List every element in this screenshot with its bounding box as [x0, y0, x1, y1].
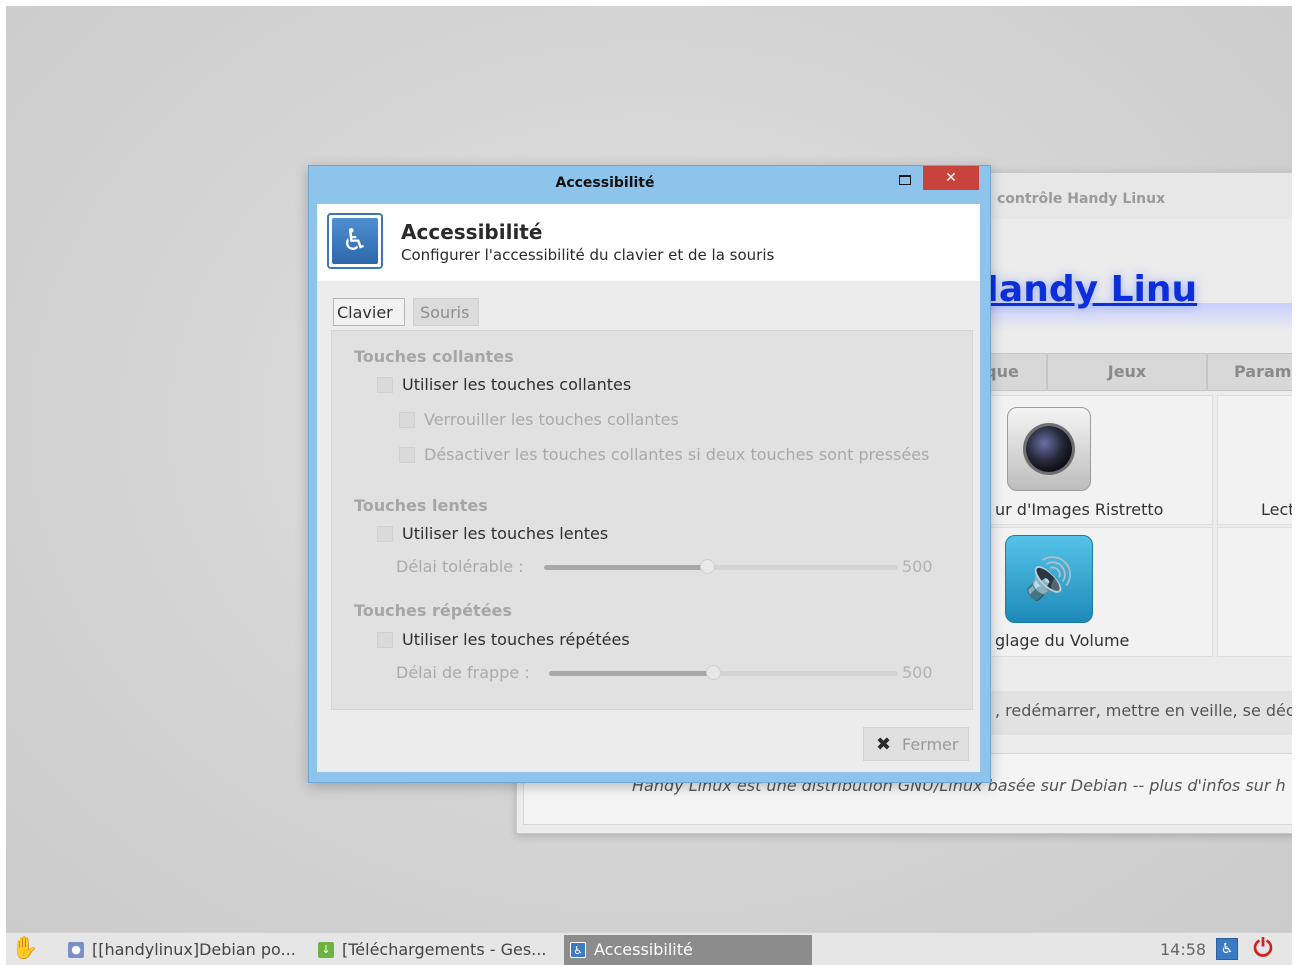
tab-parametres[interactable]: Param — [1207, 353, 1292, 391]
sticky-keys-checkbox-row[interactable]: Utiliser les touches collantes — [377, 375, 657, 397]
app-label-reader: Lecte — [1261, 500, 1292, 519]
slow-keys-label: Utiliser les touches lentes — [402, 524, 609, 543]
taskbar-item-accessibility[interactable]: ♿ Accessibilité — [564, 935, 812, 965]
taskbar-item-downloads[interactable]: ↓ [Téléchargements - Ges... — [312, 935, 560, 965]
tab-jeux[interactable]: Jeux — [1047, 353, 1207, 391]
taskbar-item-label: [[handylinux]Debian po... — [92, 940, 296, 959]
dialog-header: ♿ Accessibilité Configurer l'accessibili… — [317, 204, 980, 281]
dialog-body: ♿ Accessibilité Configurer l'accessibili… — [317, 204, 980, 772]
slow-delay-slider-fill — [544, 565, 707, 570]
keyboard-panel: Touches collantes Utiliser les touches c… — [331, 330, 973, 710]
dialog-title: Accessibilité — [555, 175, 655, 191]
control-panel-tabs: que Jeux Param — [957, 353, 1292, 391]
browser-icon: ● — [68, 942, 84, 958]
maximize-icon — [899, 175, 911, 185]
taskbar: ✋ ● [[handylinux]Debian po... ↓ [Télécha… — [6, 932, 1292, 965]
clock: 14:58 — [1160, 940, 1207, 959]
accessibility-tray-icon[interactable]: ♿ — [1216, 938, 1238, 960]
slow-keys-checkbox[interactable] — [377, 526, 393, 542]
app-label-volume: glage du Volume — [995, 631, 1130, 650]
slow-delay-label: Délai tolérable : — [396, 557, 524, 576]
slow-delay-slider-handle[interactable] — [699, 559, 715, 574]
sticky-keys-label: Utiliser les touches collantes — [402, 375, 632, 394]
repeat-delay-slider-handle[interactable] — [706, 665, 722, 680]
download-icon: ↓ — [318, 942, 334, 958]
repeat-keys-label: Utiliser les touches répétées — [402, 630, 630, 649]
taskbar-item-label: [Téléchargements - Ges... — [342, 940, 547, 959]
close-icon: ✖ — [876, 734, 892, 755]
volume-icon: 🔊 — [1005, 535, 1093, 623]
power-icon[interactable]: ⏻ — [1250, 935, 1276, 961]
close-window-button[interactable]: ✕ — [923, 166, 979, 190]
app-label-ristretto: ur d'Images Ristretto — [995, 500, 1164, 519]
tab-souris[interactable]: Souris — [413, 298, 479, 326]
taskbar-item-browser[interactable]: ● [[handylinux]Debian po... — [62, 935, 306, 965]
header-title: Accessibilité — [401, 220, 543, 244]
section-title-slow: Touches lentes — [354, 496, 488, 515]
section-title-sticky: Touches collantes — [354, 347, 514, 366]
lock-sticky-checkbox[interactable] — [399, 412, 415, 428]
disable-sticky-checkbox[interactable] — [399, 447, 415, 463]
repeat-delay-slider[interactable] — [549, 665, 898, 680]
sticky-keys-checkbox[interactable] — [377, 377, 393, 393]
repeat-delay-slider-fill — [549, 671, 714, 676]
repeat-keys-checkbox[interactable] — [377, 632, 393, 648]
shutdown-text: , redémarrer, mettre en veille, se déc — [995, 701, 1292, 720]
fermer-label: Fermer — [902, 735, 959, 754]
repeat-delay-value: 500 — [902, 663, 933, 682]
slow-delay-slider[interactable] — [544, 559, 898, 574]
repeat-delay-label: Délai de frappe : — [396, 663, 530, 682]
section-title-repeat: Touches répétées — [354, 601, 512, 620]
tab-clavier[interactable]: Clavier — [333, 298, 405, 326]
repeat-keys-checkbox-row[interactable]: Utiliser les touches répétées — [377, 630, 657, 652]
slow-delay-value: 500 — [902, 557, 933, 576]
disable-sticky-label: Désactiver les touches collantes si deux… — [424, 445, 930, 464]
slow-keys-checkbox-row[interactable]: Utiliser les touches lentes — [377, 524, 657, 546]
accessibility-icon: ♿ — [327, 213, 383, 269]
shutdown-bar[interactable]: , redémarrer, mettre en veille, se déc — [957, 691, 1292, 735]
accessibility-dialog[interactable]: Accessibilité ✕ ♿ Accessibilité Configur… — [308, 165, 991, 783]
taskbar-item-label: Accessibilité — [594, 940, 693, 959]
camera-icon — [1007, 407, 1091, 491]
maximize-button[interactable] — [887, 167, 921, 191]
start-menu-icon[interactable]: ✋ — [8, 935, 42, 963]
header-subtitle: Configurer l'accessibilité du clavier et… — [401, 246, 775, 264]
app-cell-empty — [1217, 527, 1292, 657]
lock-sticky-label: Verrouiller les touches collantes — [424, 410, 679, 429]
disable-sticky-checkbox-row[interactable]: Désactiver les touches collantes si deux… — [399, 445, 959, 467]
control-panel-title: contrôle Handy Linux — [997, 191, 1166, 207]
lock-sticky-checkbox-row[interactable]: Verrouiller les touches collantes — [399, 410, 699, 432]
fermer-button[interactable]: ✖ Fermer — [863, 727, 969, 761]
accessibility-icon: ♿ — [570, 942, 586, 958]
